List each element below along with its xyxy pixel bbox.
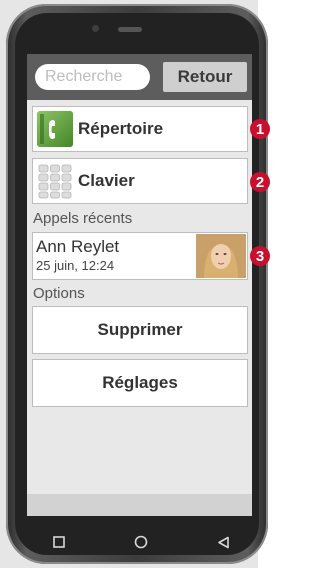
status-strip bbox=[27, 494, 252, 516]
front-camera bbox=[92, 25, 99, 32]
navigation-bar bbox=[27, 516, 252, 568]
keypad-label: Clavier bbox=[78, 171, 135, 190]
home-button[interactable] bbox=[131, 532, 151, 552]
keypad-icon bbox=[38, 164, 72, 199]
contact-avatar bbox=[196, 234, 246, 278]
options-header: Options bbox=[33, 285, 85, 302]
directory-label: Répertoire bbox=[78, 119, 164, 138]
phone-book-icon bbox=[37, 111, 73, 147]
callout-badge-3: 3 bbox=[250, 246, 270, 266]
call-time: 25 juin, 12:24 bbox=[36, 258, 115, 273]
keypad-button[interactable]: Clavier bbox=[32, 158, 248, 204]
recent-apps-button[interactable] bbox=[49, 532, 69, 552]
person-photo-icon bbox=[196, 234, 246, 278]
delete-button[interactable]: Supprimer bbox=[32, 306, 248, 354]
search-input[interactable] bbox=[35, 64, 150, 90]
circle-icon bbox=[134, 535, 148, 549]
settings-button[interactable]: Réglages bbox=[32, 359, 248, 407]
directory-button[interactable]: Répertoire bbox=[32, 106, 248, 152]
caller-name: Ann Reylet bbox=[36, 237, 120, 256]
earpiece-speaker bbox=[118, 27, 142, 32]
triangle-back-icon bbox=[217, 536, 229, 548]
callout-badge-2: 2 bbox=[250, 172, 270, 192]
callout-badge-1: 1 bbox=[250, 119, 270, 139]
recent-call-item[interactable]: Ann Reylet 25 juin, 12:24 bbox=[32, 232, 248, 280]
back-nav-button[interactable] bbox=[213, 532, 233, 552]
back-button[interactable]: Retour bbox=[163, 62, 247, 92]
recent-calls-header: Appels récents bbox=[33, 210, 133, 227]
top-bar: Retour bbox=[27, 54, 252, 100]
square-icon bbox=[53, 536, 65, 548]
screen: Retour Répertoire bbox=[27, 54, 252, 516]
